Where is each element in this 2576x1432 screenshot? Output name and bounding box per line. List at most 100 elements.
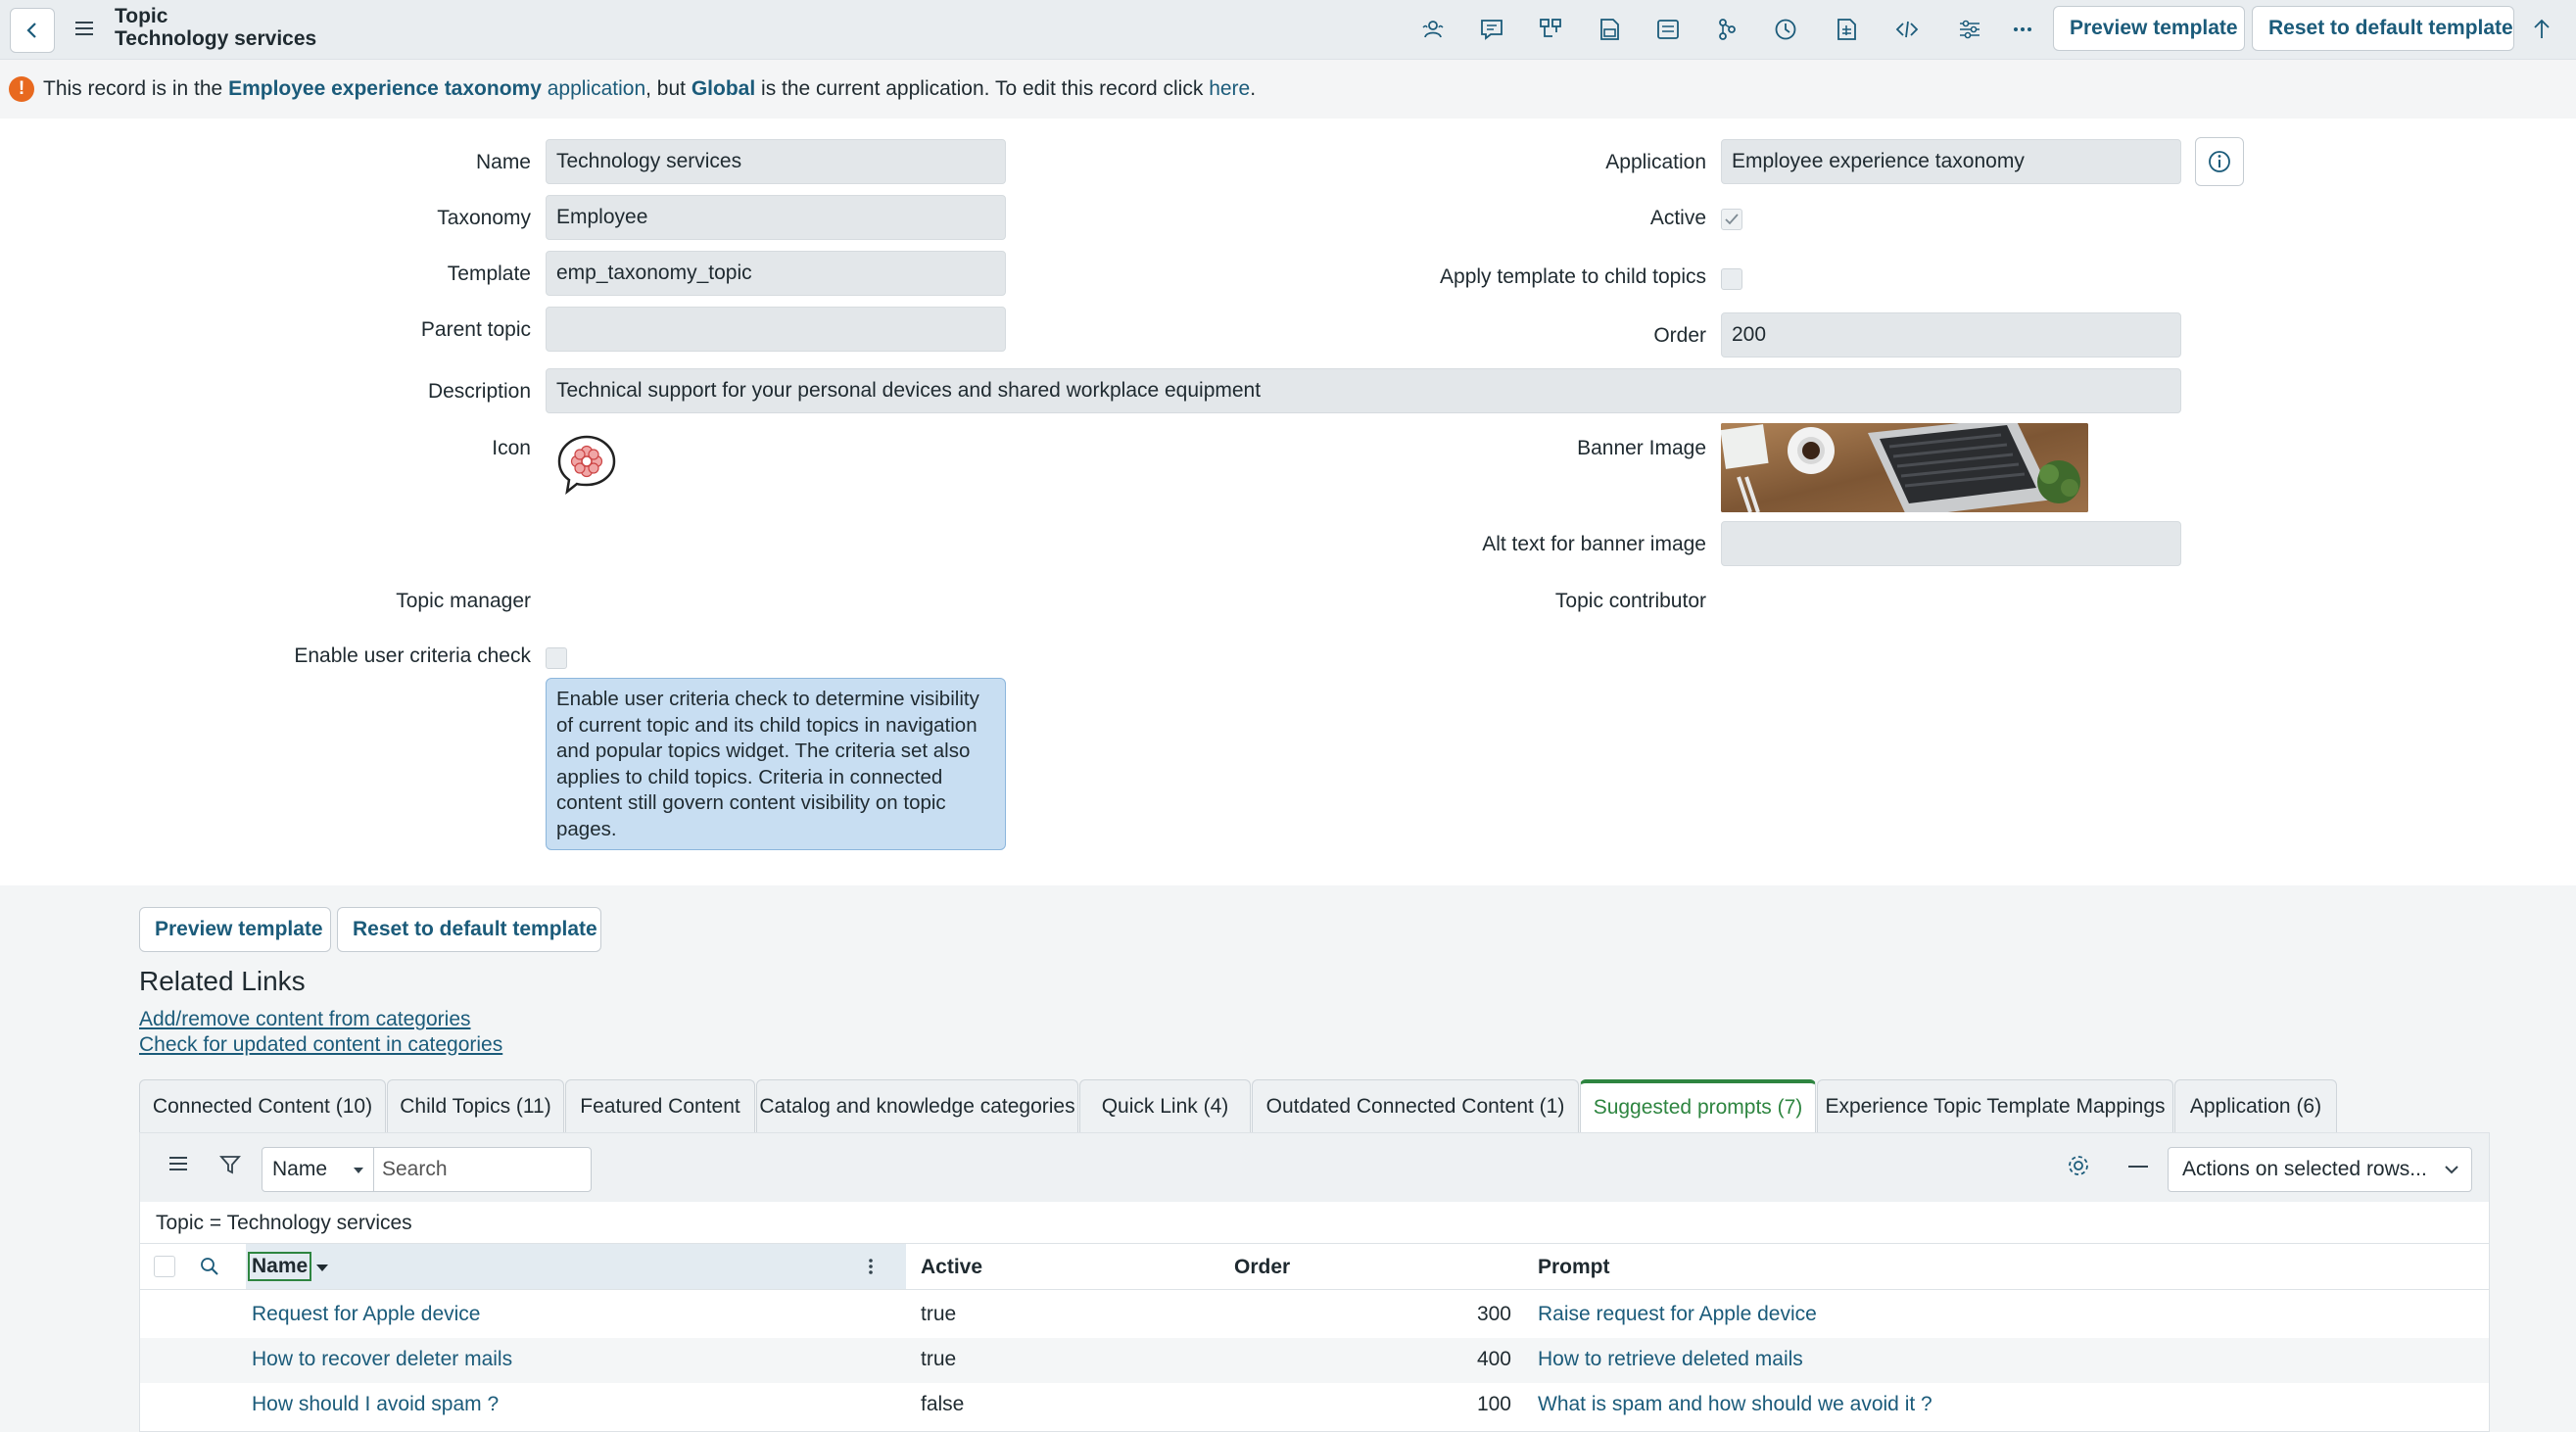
banner-app-name[interactable]: Employee experience taxonomy — [228, 77, 542, 100]
taxonomy-field[interactable]: Employee — [546, 195, 1006, 240]
search-field-select[interactable]: Name — [262, 1147, 374, 1192]
row-prompt[interactable]: How to retrieve deleted mails — [1538, 1348, 1803, 1371]
row-active: false — [921, 1393, 965, 1415]
parent-topic-field[interactable] — [546, 307, 1006, 352]
tab-catalog-knowledge-categories[interactable]: Catalog and knowledge categories — [756, 1079, 1078, 1132]
preview-template-bottom-button[interactable]: Preview template — [139, 907, 331, 952]
row-prompt[interactable]: What is spam and how should we avoid it … — [1538, 1393, 1932, 1416]
banner-image[interactable] — [1721, 423, 2088, 512]
reset-template-button[interactable]: Reset to default template — [2252, 6, 2514, 51]
sliders-icon[interactable] — [1953, 13, 1986, 46]
list-breadcrumb[interactable]: Topic = Technology services — [156, 1212, 412, 1235]
caret-down-icon — [354, 1168, 363, 1173]
description-field[interactable]: Technical support for your personal devi… — [546, 368, 2181, 413]
list-header-row: Name Active Order Prompt — [140, 1243, 2489, 1290]
chat-icon[interactable] — [1475, 13, 1508, 46]
row-prompt[interactable]: Raise request for Apple device — [1538, 1303, 1817, 1326]
collapse-list-icon[interactable] — [2128, 1166, 2148, 1168]
hamburger-icon — [169, 1157, 187, 1170]
tab-outdated-connected-content[interactable]: Outdated Connected Content (1) — [1252, 1079, 1579, 1132]
name-column-header[interactable]: Name — [248, 1252, 312, 1281]
sort-down-icon — [316, 1265, 328, 1271]
users-icon[interactable] — [1416, 13, 1450, 46]
history-icon[interactable] — [1769, 13, 1802, 46]
tab-experience-topic-template-mappings[interactable]: Experience Topic Template Mappings — [1817, 1079, 2173, 1132]
alt-text-field[interactable] — [1721, 521, 2181, 566]
order-field[interactable]: 200 — [1721, 312, 2181, 358]
scroll-up-icon[interactable] — [2525, 13, 2558, 46]
select-all-checkbox[interactable] — [154, 1256, 175, 1277]
description-label: Description — [427, 380, 531, 403]
info-icon — [2209, 151, 2230, 172]
table-row[interactable]: How should I avoid spam ? false 100 What… — [140, 1383, 2489, 1428]
name-column-header-bg — [246, 1244, 906, 1289]
preview-template-button[interactable]: Preview template — [2053, 6, 2245, 51]
row-active: true — [921, 1348, 957, 1370]
tab-child-topics[interactable]: Child Topics (11) — [387, 1079, 564, 1132]
list-icon[interactable] — [1651, 13, 1685, 46]
check-updated-content-link[interactable]: Check for updated content in categories — [139, 1033, 502, 1057]
banner-message: This record is in the Employee experienc… — [43, 77, 1257, 100]
reset-template-bottom-button[interactable]: Reset to default template — [337, 907, 601, 952]
banner-current-app[interactable]: Global — [692, 77, 755, 100]
context-menu-button[interactable] — [71, 15, 98, 42]
apply-template-label: Apply template to child topics — [1440, 265, 1706, 288]
row-name[interactable]: Request for Apple device — [252, 1303, 480, 1326]
user-criteria-hint: Enable user criteria check to determine … — [546, 678, 1006, 850]
icon-label: Icon — [492, 437, 531, 459]
tab-suggested-prompts[interactable]: Suggested prompts (7) — [1580, 1079, 1816, 1132]
row-name[interactable]: How to recover deleter mails — [252, 1348, 512, 1371]
parent-topic-label: Parent topic — [420, 318, 531, 341]
attachment-icon[interactable] — [1593, 13, 1626, 46]
list-settings-button[interactable] — [2066, 1153, 2091, 1184]
tree-icon[interactable] — [1710, 13, 1743, 46]
actions-on-selected-rows-select[interactable]: Actions on selected rows... — [2168, 1147, 2472, 1192]
user-criteria-checkbox[interactable] — [546, 647, 567, 669]
banner-image-label: Banner Image — [1577, 437, 1706, 459]
search-input[interactable]: Search — [373, 1147, 592, 1192]
order-column-header[interactable]: Order — [1234, 1256, 1290, 1279]
template-label: Template — [447, 263, 531, 285]
name-label: Name — [475, 151, 531, 173]
topic-manager-label: Topic manager — [396, 590, 531, 612]
back-button[interactable] — [10, 8, 55, 53]
flower-icon[interactable] — [555, 433, 618, 496]
code-icon[interactable] — [1890, 13, 1924, 46]
document-icon[interactable] — [1830, 13, 1863, 46]
template-field[interactable]: emp_taxonomy_topic — [546, 251, 1006, 296]
record-type: Topic — [115, 5, 168, 27]
application-info-button[interactable] — [2195, 137, 2244, 186]
active-column-header[interactable]: Active — [921, 1256, 982, 1279]
user-criteria-label: Enable user criteria check — [294, 644, 531, 667]
table-row[interactable]: Request for Apple device true 300 Raise … — [140, 1293, 2489, 1338]
topic-contributor-label: Topic contributor — [1554, 590, 1706, 612]
related-links-title: Related Links — [139, 966, 306, 996]
filter-button[interactable] — [218, 1153, 242, 1182]
taxonomy-label: Taxonomy — [437, 207, 531, 229]
column-options-button[interactable] — [867, 1256, 875, 1283]
warning-icon: ! — [9, 76, 34, 102]
name-field[interactable]: Technology services — [546, 139, 1006, 184]
gear-icon — [2069, 1156, 2088, 1175]
checkmark-icon — [1725, 214, 1739, 225]
tab-connected-content[interactable]: Connected Content (10) — [139, 1079, 386, 1132]
tab-quick-link[interactable]: Quick Link (4) — [1079, 1079, 1251, 1132]
form-header: Topic Technology services Preview templa… — [0, 0, 2576, 60]
banner-here-link[interactable]: here — [1209, 77, 1250, 100]
apply-template-checkbox[interactable] — [1721, 268, 1742, 290]
alt-text-label: Alt text for banner image — [1482, 533, 1706, 555]
tab-featured-content[interactable]: Featured Content — [565, 1079, 755, 1132]
filter-icon — [219, 1156, 241, 1174]
application-scope-banner: ! This record is in the Employee experie… — [0, 60, 2576, 119]
table-row[interactable]: How to recover deleter mails true 400 Ho… — [140, 1338, 2489, 1383]
add-remove-content-link[interactable]: Add/remove content from categories — [139, 1008, 471, 1031]
flow-icon[interactable] — [1534, 13, 1567, 46]
application-field[interactable]: Employee experience taxonomy — [1721, 139, 2181, 184]
row-name[interactable]: How should I avoid spam ? — [252, 1393, 499, 1416]
tab-application[interactable]: Application (6) — [2174, 1079, 2337, 1132]
prompt-column-header[interactable]: Prompt — [1538, 1256, 1610, 1279]
active-checkbox[interactable] — [1721, 209, 1742, 230]
list-menu-button[interactable] — [167, 1155, 189, 1178]
column-search-button[interactable] — [199, 1256, 220, 1283]
more-icon[interactable] — [2006, 13, 2039, 46]
